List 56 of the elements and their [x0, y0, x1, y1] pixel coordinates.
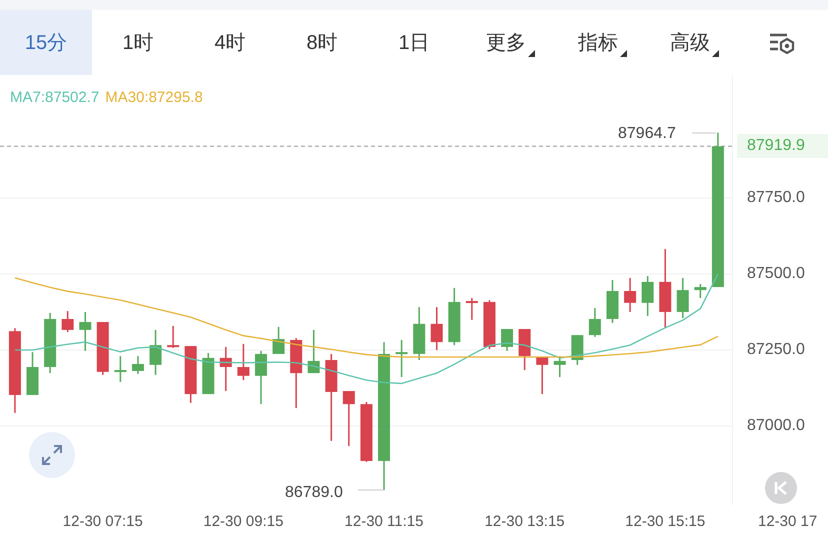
candle	[342, 391, 355, 446]
time-axis-label: 12-30 13:15	[484, 512, 565, 532]
candle	[588, 308, 601, 337]
candle	[624, 278, 636, 312]
candle	[501, 329, 514, 351]
candle	[44, 312, 56, 374]
candle	[220, 346, 232, 392]
leader-line	[692, 132, 716, 134]
time-axis-label: 12-30 17	[758, 512, 818, 532]
candle	[606, 280, 618, 323]
candle	[308, 330, 320, 374]
current-price-label: 87919.9	[737, 134, 828, 158]
candle	[430, 307, 443, 350]
candle	[26, 352, 39, 395]
candle	[62, 311, 74, 332]
candle	[360, 402, 372, 462]
timeframe-tab[interactable]: 15分	[0, 10, 92, 75]
candle	[413, 307, 426, 360]
low-price-label: 86789.0	[285, 483, 343, 503]
k-line-icon	[774, 481, 788, 495]
price-axis-label: 87000.0	[747, 416, 805, 436]
candle	[518, 329, 531, 370]
settings-icon	[769, 32, 795, 54]
candle	[184, 346, 197, 403]
candle	[483, 300, 496, 350]
candle	[272, 326, 285, 354]
candle	[676, 278, 689, 318]
candle	[642, 276, 654, 316]
expand-icon	[41, 444, 63, 466]
candle	[96, 322, 109, 375]
candle	[290, 338, 302, 408]
time-axis-label: 12-30 07:15	[62, 512, 143, 532]
candle	[466, 298, 478, 320]
candle	[694, 284, 706, 298]
candle	[554, 356, 566, 378]
candle	[202, 353, 214, 394]
candle	[132, 356, 144, 374]
candle	[79, 312, 92, 351]
expand-button[interactable]	[29, 432, 75, 478]
time-axis-label: 12-30 15:15	[625, 512, 706, 532]
price-axis-label: 87750.0	[747, 188, 805, 208]
candle	[167, 326, 180, 348]
candle	[255, 350, 267, 404]
moving-average-legend: MA30:87295.8	[105, 87, 203, 110]
moving-average-legend: MA7:87502.7	[10, 87, 100, 110]
price-axis-label: 87500.0	[747, 264, 805, 284]
candle	[396, 340, 408, 378]
time-axis-label: 12-30 09:15	[203, 512, 284, 532]
time-axis-label: 12-30 11:15	[344, 512, 424, 532]
candle	[237, 344, 250, 380]
price-axis-label: 87250.0	[747, 340, 805, 360]
high-price-label: 87964.7	[618, 124, 676, 144]
candle	[114, 356, 126, 382]
candle	[150, 330, 162, 375]
candle	[536, 356, 548, 394]
candle	[448, 288, 460, 346]
